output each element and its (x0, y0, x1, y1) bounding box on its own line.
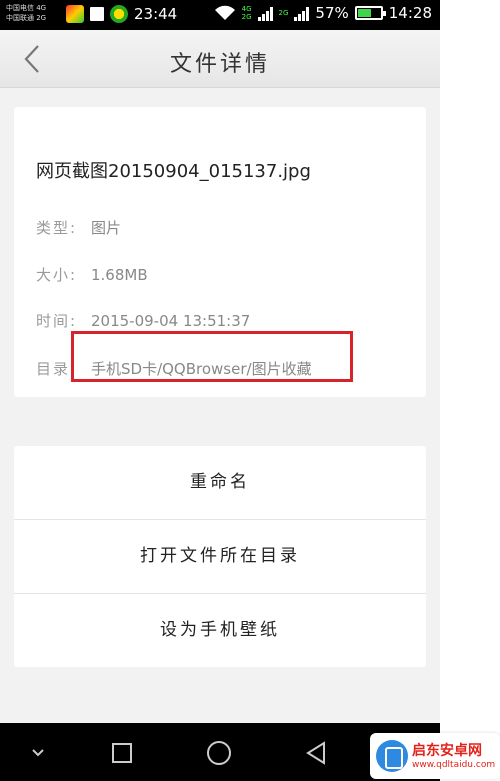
wifi-icon (214, 5, 235, 20)
size-label: 大小: (36, 266, 78, 284)
carrier-line-1: 中国电信 4G (6, 4, 47, 12)
rename-button[interactable]: 重命名 (14, 446, 426, 519)
signal-icon-2 (294, 5, 310, 21)
carrier-info: 中国电信 4G 中国联通 2G (6, 3, 46, 23)
directory-highlight-box (71, 331, 353, 382)
network-tag-4g: 4G (241, 5, 252, 13)
app-notification-icon (66, 5, 84, 23)
square-icon (112, 743, 132, 763)
content-area: 网页截图20150904_015137.jpg 类型: 图片 大小: 1.68MB … (0, 88, 440, 723)
network-type-tag: 4G 2G (242, 5, 252, 21)
watermark: 启东安卓网 www.qdltaidu.com (370, 733, 500, 779)
actions-card: 重命名 打开文件所在目录 设为手机壁纸 (14, 446, 426, 667)
carrier-line-2: 中国联通 2G (6, 14, 47, 22)
notification-icons (66, 5, 128, 23)
back-nav-button[interactable] (302, 738, 332, 768)
home-button[interactable] (204, 738, 234, 768)
type-value: 图片 (91, 219, 122, 237)
size-row: 大小: 1.68MB (36, 264, 148, 285)
time-row: 时间: 2015-09-04 13:51:37 (36, 310, 250, 331)
file-name: 网页截图20150904_015137.jpg (36, 161, 311, 182)
battery-percent: 57% (315, 4, 349, 22)
network-type-tag-2: 2G (278, 9, 289, 17)
title-bar: 文件详情 (0, 30, 440, 88)
side-strip (440, 0, 500, 781)
status-bar: 中国电信 4G 中国联通 2G 23:44 4G 2G 2G 57% 14:28 (0, 0, 440, 30)
clock: 14:28 (388, 4, 432, 22)
battery-icon (354, 6, 386, 20)
status-left-time: 23:44 (134, 5, 178, 23)
hide-keyboard-button[interactable] (23, 738, 53, 768)
time-label: 时间: (36, 312, 78, 330)
time-value: 2015-09-04 13:51:37 (91, 312, 251, 330)
watermark-url: www.qdltaidu.com (412, 760, 496, 770)
circle-icon (207, 741, 231, 765)
watermark-logo-icon (376, 740, 408, 772)
chevron-down-icon (32, 749, 44, 757)
open-directory-button[interactable]: 打开文件所在目录 (14, 520, 426, 593)
recent-apps-button[interactable] (107, 738, 137, 768)
status-right-group: 4G 2G 2G 57% 14:28 (214, 4, 432, 22)
type-label: 类型: (36, 219, 78, 237)
page-title: 文件详情 (169, 52, 270, 77)
gallery-notification-icon (88, 5, 106, 23)
type-row: 类型: 图片 (36, 217, 121, 238)
network-tag-2g: 2G (241, 13, 252, 21)
set-wallpaper-button[interactable]: 设为手机壁纸 (14, 594, 426, 667)
signal-icon-1 (257, 5, 273, 21)
size-value: 1.68MB (91, 266, 148, 284)
browser-notification-icon (110, 5, 128, 23)
triangle-back-icon (306, 741, 325, 765)
watermark-title: 启东安卓网 (412, 743, 482, 759)
